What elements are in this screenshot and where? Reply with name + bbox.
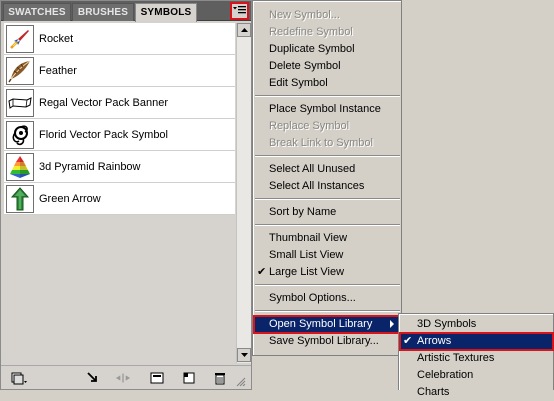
menu-separator — [255, 284, 400, 286]
menu-replace-symbol[interactable]: Replace Symbol — [254, 118, 401, 135]
menu-item-label: Arrows — [417, 335, 452, 347]
menu-open-symbol-library[interactable]: Open Symbol Library — [253, 315, 402, 334]
submenu-arrow-icon — [390, 320, 394, 328]
symbol-options-icon[interactable] — [149, 371, 165, 385]
submenu-celebration[interactable]: Celebration — [400, 367, 553, 384]
florid-icon — [6, 121, 34, 149]
symbol-row-regal-banner[interactable]: Regal Vector Pack Banner — [4, 87, 235, 119]
panel-menu-icon — [233, 5, 246, 18]
menu-edit-symbol[interactable]: Edit Symbol — [254, 75, 401, 92]
menu-redefine-symbol[interactable]: Redefine Symbol — [254, 24, 401, 41]
new-symbol-icon[interactable] — [181, 371, 197, 385]
menu-item-label: Large List View — [269, 266, 345, 278]
menu-delete-symbol[interactable]: Delete Symbol — [254, 58, 401, 75]
symbol-row-green-arrow[interactable]: Green Arrow — [4, 183, 235, 215]
pyramid-icon — [6, 153, 34, 181]
menu-place-symbol-instance[interactable]: Place Symbol Instance — [254, 101, 401, 118]
symbols-panel: SWATCHES BRUSHES SYMBOLS Rocket Feather … — [0, 0, 252, 390]
symbol-label: 3d Pyramid Rainbow — [39, 161, 141, 173]
symbol-list-scrollbar[interactable] — [236, 23, 251, 363]
submenu-charts[interactable]: Charts — [400, 384, 553, 401]
menu-thumbnail-view[interactable]: Thumbnail View — [254, 230, 401, 247]
symbol-row-feather[interactable]: Feather — [4, 55, 235, 87]
symbol-row-florid[interactable]: Florid Vector Pack Symbol — [4, 119, 235, 151]
symbol-libraries-menu-icon[interactable] — [11, 371, 27, 385]
checkmark-icon: ✔ — [403, 335, 413, 347]
symbol-row-rocket[interactable]: Rocket — [4, 23, 235, 55]
resize-grip-icon[interactable] — [235, 375, 247, 389]
panel-tab-bar: SWATCHES BRUSHES SYMBOLS — [1, 1, 251, 22]
menu-large-list-view[interactable]: ✔ Large List View — [254, 264, 401, 281]
menu-symbol-options[interactable]: Symbol Options... — [254, 290, 401, 307]
menu-sort-by-name[interactable]: Sort by Name — [254, 204, 401, 221]
menu-separator — [255, 310, 400, 312]
submenu-artistic-textures[interactable]: Artistic Textures — [400, 350, 553, 367]
menu-separator — [255, 224, 400, 226]
menu-select-all-unused[interactable]: Select All Unused — [254, 161, 401, 178]
rocket-icon — [6, 25, 34, 53]
symbol-label: Green Arrow — [39, 193, 101, 205]
feather-icon — [6, 57, 34, 85]
trash-icon[interactable] — [212, 371, 228, 385]
symbol-label: Regal Vector Pack Banner — [39, 97, 169, 109]
menu-break-link[interactable]: Break Link to Symbol — [254, 135, 401, 152]
scroll-down-button[interactable] — [237, 348, 251, 362]
menu-duplicate-symbol[interactable]: Duplicate Symbol — [254, 41, 401, 58]
symbol-label: Feather — [39, 65, 77, 77]
menu-item-label: Open Symbol Library — [269, 318, 373, 330]
menu-save-symbol-library[interactable]: Save Symbol Library... — [254, 333, 401, 350]
symbols-panel-flyout-menu: New Symbol... Redefine Symbol Duplicate … — [252, 0, 402, 356]
green-arrow-icon — [6, 185, 34, 213]
symbol-library-submenu: 3D Symbols ✔ Arrows Artistic Textures Ce… — [398, 313, 554, 398]
banner-icon — [6, 89, 34, 117]
menu-separator — [255, 155, 400, 157]
menu-select-all-instances[interactable]: Select All Instances — [254, 178, 401, 195]
menu-separator — [255, 95, 400, 97]
tab-swatches[interactable]: SWATCHES — [3, 3, 71, 21]
symbol-label: Rocket — [39, 33, 74, 45]
break-link-icon[interactable] — [115, 371, 131, 385]
symbol-list: Rocket Feather Regal Vector Pack Banner … — [4, 23, 235, 363]
menu-separator — [255, 198, 400, 200]
place-symbol-instance-icon[interactable] — [85, 371, 101, 385]
arrow-up-icon — [240, 28, 248, 32]
tab-brushes[interactable]: BRUSHES — [72, 3, 134, 21]
submenu-3d-symbols[interactable]: 3D Symbols — [400, 316, 553, 333]
scroll-up-button[interactable] — [237, 23, 251, 37]
arrow-down-icon — [240, 353, 248, 357]
symbol-row-pyramid[interactable]: 3d Pyramid Rainbow — [4, 151, 235, 183]
submenu-arrows[interactable]: ✔ Arrows — [399, 332, 554, 351]
checkmark-icon: ✔ — [257, 266, 267, 278]
symbol-label: Florid Vector Pack Symbol — [39, 129, 168, 141]
menu-small-list-view[interactable]: Small List View — [254, 247, 401, 264]
menu-new-symbol[interactable]: New Symbol... — [254, 7, 401, 24]
panel-bottom-toolbar — [1, 365, 251, 389]
panel-menu-button[interactable] — [230, 2, 249, 20]
tab-symbols[interactable]: SYMBOLS — [135, 3, 197, 22]
